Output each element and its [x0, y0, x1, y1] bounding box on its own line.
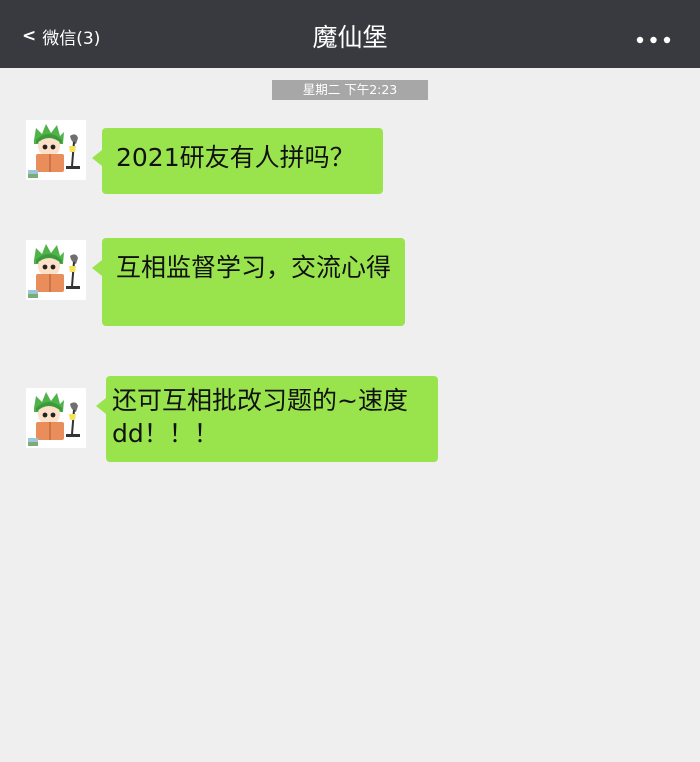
top-bar: < 微信(3) 魔仙堡	[0, 0, 700, 68]
chat-title-container: 魔仙堡	[0, 18, 700, 54]
message-row: 还可互相批改习题的~速度dd！！！	[26, 376, 446, 478]
message-timestamp: 星期二 下午2:23	[272, 80, 428, 100]
message-text: 还可互相批改习题的~速度dd！！！	[112, 386, 408, 448]
more-dots-icon	[636, 36, 671, 44]
reading-girl-avatar-icon	[26, 240, 86, 300]
back-label: 微信(3)	[42, 28, 101, 49]
chat-title: 魔仙堡	[312, 23, 388, 52]
message-bubble[interactable]: 2021研友有人拼吗？	[92, 128, 383, 194]
message-text: 互相监督学习，交流心得	[116, 253, 392, 282]
avatar[interactable]	[26, 388, 86, 448]
more-options-button[interactable]	[634, 30, 674, 50]
message-row: 2021研友有人拼吗？	[26, 120, 396, 195]
message-row: 互相监督学习，交流心得	[26, 238, 416, 330]
avatar[interactable]	[26, 120, 86, 180]
message-text: 2021研友有人拼吗？	[116, 143, 355, 172]
reading-girl-avatar-icon	[26, 120, 86, 180]
message-bubble[interactable]: 还可互相批改习题的~速度dd！！！	[96, 376, 438, 462]
avatar[interactable]	[26, 240, 86, 300]
chevron-left-icon: <	[22, 25, 37, 46]
message-bubble[interactable]: 互相监督学习，交流心得	[92, 238, 405, 326]
back-button[interactable]: < 微信(3)	[22, 22, 100, 50]
reading-girl-avatar-icon	[26, 388, 86, 448]
